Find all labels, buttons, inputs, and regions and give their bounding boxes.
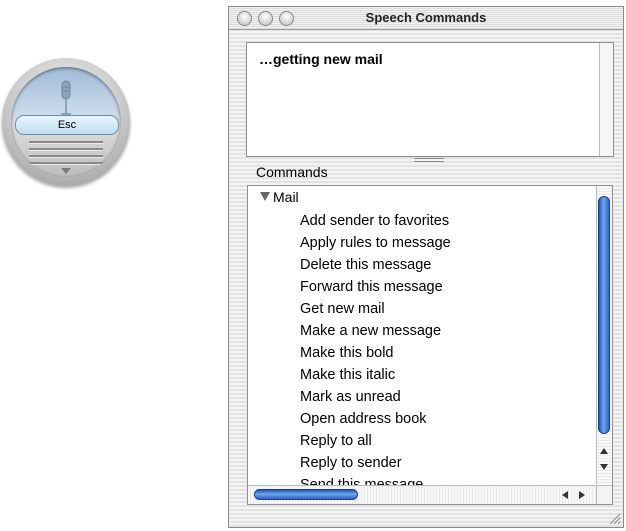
scroll-down-arrow-icon[interactable] bbox=[600, 464, 608, 470]
feedback-menu-arrow-icon[interactable] bbox=[61, 168, 71, 174]
group-label: Mail bbox=[273, 189, 299, 205]
disclosure-triangle-icon[interactable] bbox=[260, 192, 270, 201]
list-item[interactable]: Forward this message bbox=[300, 277, 443, 297]
list-item[interactable]: Reply to sender bbox=[300, 453, 402, 473]
list-item[interactable]: Get new mail bbox=[300, 299, 385, 319]
title-bar[interactable]: Speech Commands bbox=[229, 7, 623, 30]
listening-key-label: Esc bbox=[15, 115, 119, 135]
list-item[interactable]: Reply to all bbox=[300, 431, 372, 451]
list-item[interactable]: Mark as unread bbox=[300, 387, 401, 407]
group-mail[interactable]: Mail bbox=[260, 189, 299, 205]
status-pane: …getting new mail bbox=[246, 42, 614, 157]
sound-level-meter bbox=[29, 141, 103, 169]
scroll-up-arrow-icon[interactable] bbox=[600, 448, 608, 454]
list-item[interactable]: Make this bold bbox=[300, 343, 394, 363]
scroll-left-arrow-icon[interactable] bbox=[562, 491, 568, 499]
status-scrollbar[interactable] bbox=[599, 43, 613, 156]
pane-splitter-handle[interactable] bbox=[414, 158, 444, 166]
feedback-face: Esc bbox=[11, 67, 121, 177]
vertical-scroll-thumb[interactable] bbox=[598, 196, 610, 434]
horizontal-scrollbar[interactable] bbox=[248, 485, 598, 504]
list-item[interactable]: Add sender to favorites bbox=[300, 211, 449, 231]
speech-feedback-window[interactable]: Esc bbox=[2, 58, 130, 186]
status-message: …getting new mail bbox=[259, 51, 383, 67]
resize-grip-icon[interactable] bbox=[607, 511, 621, 525]
list-item[interactable]: Apply rules to message bbox=[300, 233, 451, 253]
list-item[interactable]: Delete this message bbox=[300, 255, 431, 275]
microphone-icon bbox=[61, 80, 71, 116]
list-item[interactable]: Open address book bbox=[300, 409, 427, 429]
speech-commands-window: Speech Commands …getting new mail Comman… bbox=[228, 6, 624, 528]
vertical-scrollbar[interactable] bbox=[596, 186, 612, 484]
list-item[interactable]: Make this italic bbox=[300, 365, 395, 385]
commands-list: Mail Add sender to favorites Apply rules… bbox=[247, 185, 613, 505]
window-title: Speech Commands bbox=[365, 10, 487, 25]
commands-heading: Commands bbox=[256, 164, 328, 180]
horizontal-scroll-thumb[interactable] bbox=[254, 489, 358, 500]
list-item[interactable]: Make a new message bbox=[300, 321, 441, 341]
scroll-right-arrow-icon[interactable] bbox=[579, 491, 585, 499]
scrollbar-corner bbox=[596, 485, 612, 504]
